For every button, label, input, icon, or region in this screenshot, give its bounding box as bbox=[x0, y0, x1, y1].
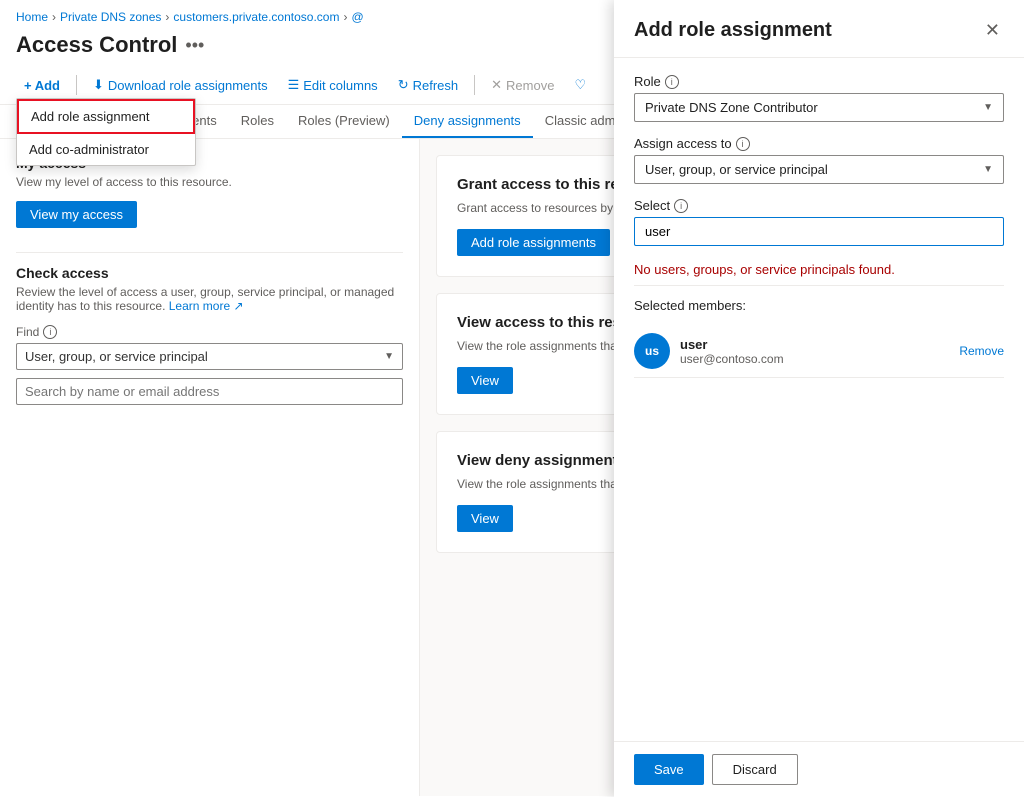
select-info-icon: i bbox=[674, 199, 688, 213]
add-role-assignment-panel: Add role assignment ✕ Role i Private DNS… bbox=[614, 0, 1024, 797]
learn-more-link[interactable]: Learn more ↗ bbox=[169, 299, 244, 313]
heart-icon: ♡ bbox=[574, 77, 586, 93]
find-label: Find i bbox=[16, 325, 403, 339]
role-label: Role i bbox=[634, 74, 1004, 89]
side-panel-header: Add role assignment ✕ bbox=[614, 0, 1024, 58]
tab-deny-assignments[interactable]: Deny assignments bbox=[402, 105, 533, 138]
refresh-button[interactable]: ↻ Refresh bbox=[390, 72, 466, 98]
role-dropdown[interactable]: Private DNS Zone Contributor ▼ bbox=[634, 93, 1004, 122]
find-info-icon: i bbox=[43, 325, 57, 339]
download-label: Download role assignments bbox=[108, 78, 268, 93]
side-panel-title: Add role assignment bbox=[634, 19, 832, 42]
find-dropdown-chevron-icon: ▼ bbox=[384, 351, 394, 362]
refresh-icon: ↻ bbox=[398, 77, 409, 93]
role-info-icon: i bbox=[665, 75, 679, 89]
more-options-icon[interactable]: ••• bbox=[185, 35, 204, 56]
role-value: Private DNS Zone Contributor bbox=[645, 100, 983, 115]
add-dropdown: Add role assignment Add co-administrator bbox=[16, 98, 196, 166]
save-button[interactable]: Save bbox=[634, 754, 704, 785]
discard-button[interactable]: Discard bbox=[712, 754, 798, 785]
remove-icon: ✕ bbox=[491, 77, 502, 93]
view-my-access-button[interactable]: View my access bbox=[16, 201, 137, 228]
check-access-section: Check access Review the level of access … bbox=[16, 265, 403, 405]
view-deny-button[interactable]: View bbox=[457, 505, 513, 532]
favorite-button[interactable]: ♡ bbox=[566, 72, 594, 98]
breadcrumb-contoso[interactable]: customers.private.contoso.com bbox=[173, 10, 339, 24]
assign-access-chevron-icon: ▼ bbox=[983, 164, 993, 175]
toolbar-separator-2 bbox=[474, 75, 475, 95]
add-wrapper: + Add Add role assignment Add co-adminis… bbox=[16, 73, 68, 98]
edit-columns-label: Edit columns bbox=[303, 78, 377, 93]
assign-access-info-icon: i bbox=[736, 137, 750, 151]
breadcrumb-private-dns[interactable]: Private DNS zones bbox=[60, 10, 161, 24]
select-label: Select i bbox=[634, 198, 1004, 213]
no-results-message: No users, groups, or service principals … bbox=[634, 254, 1004, 286]
find-dropdown[interactable]: User, group, or service principal ▼ bbox=[16, 343, 403, 370]
member-info: user user@contoso.com bbox=[680, 337, 949, 366]
close-panel-button[interactable]: ✕ bbox=[981, 16, 1004, 45]
select-input[interactable] bbox=[634, 217, 1004, 246]
my-access-section: My access View my level of access to thi… bbox=[16, 155, 403, 248]
section-separator bbox=[16, 252, 403, 253]
edit-columns-icon: ☰ bbox=[288, 77, 300, 93]
remove-button[interactable]: ✕ Remove bbox=[483, 72, 562, 98]
member-avatar: us bbox=[634, 333, 670, 369]
add-button[interactable]: + Add bbox=[16, 73, 68, 98]
add-label: + Add bbox=[24, 78, 60, 93]
page-title: Access Control bbox=[16, 32, 177, 58]
breadcrumb-at[interactable]: @ bbox=[351, 10, 363, 24]
remove-member-link[interactable]: Remove bbox=[959, 344, 1004, 358]
view-access-button[interactable]: View bbox=[457, 367, 513, 394]
assign-access-dropdown[interactable]: User, group, or service principal ▼ bbox=[634, 155, 1004, 184]
member-name: user bbox=[680, 337, 949, 352]
check-access-title: Check access bbox=[16, 265, 403, 281]
refresh-label: Refresh bbox=[413, 78, 459, 93]
role-dropdown-chevron-icon: ▼ bbox=[983, 102, 993, 113]
my-access-desc: View my level of access to this resource… bbox=[16, 175, 403, 189]
add-role-assignment-item[interactable]: Add role assignment bbox=[17, 99, 195, 134]
tab-roles-preview[interactable]: Roles (Preview) bbox=[286, 105, 402, 138]
check-access-desc: Review the level of access a user, group… bbox=[16, 285, 403, 313]
side-panel-footer: Save Discard bbox=[614, 741, 1024, 797]
download-button[interactable]: ⬇ Download role assignments bbox=[85, 72, 276, 98]
search-input[interactable] bbox=[16, 378, 403, 405]
left-panel: My access View my level of access to thi… bbox=[0, 139, 420, 796]
assign-access-value: User, group, or service principal bbox=[645, 162, 983, 177]
download-icon: ⬇ bbox=[93, 77, 104, 93]
find-dropdown-value: User, group, or service principal bbox=[25, 349, 208, 364]
member-email: user@contoso.com bbox=[680, 352, 949, 366]
side-panel-body: Role i Private DNS Zone Contributor ▼ As… bbox=[614, 58, 1024, 741]
tab-roles[interactable]: Roles bbox=[229, 105, 286, 138]
remove-label: Remove bbox=[506, 78, 554, 93]
member-item: us user user@contoso.com Remove bbox=[634, 325, 1004, 378]
selected-members-label: Selected members: bbox=[634, 298, 1004, 313]
add-role-assignments-button[interactable]: Add role assignments bbox=[457, 229, 610, 256]
assign-access-label: Assign access to i bbox=[634, 136, 1004, 151]
add-co-admin-item[interactable]: Add co-administrator bbox=[17, 134, 195, 165]
toolbar-separator-1 bbox=[76, 75, 77, 95]
edit-columns-button[interactable]: ☰ Edit columns bbox=[280, 72, 386, 98]
breadcrumb-home[interactable]: Home bbox=[16, 10, 48, 24]
